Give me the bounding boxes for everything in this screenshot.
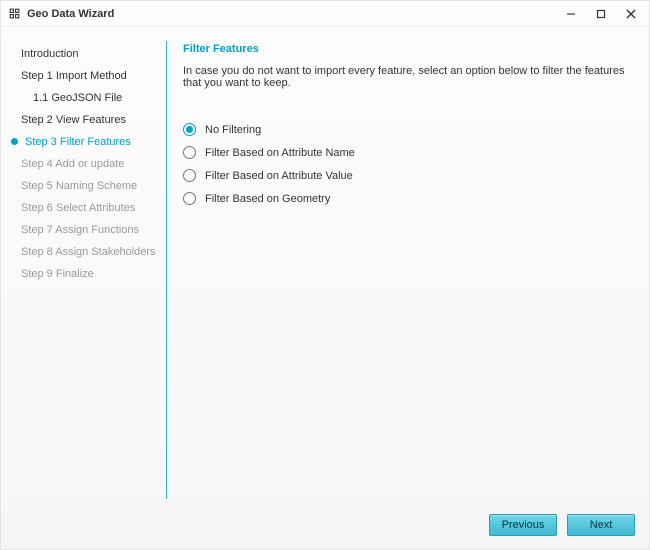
sidebar-item-label: Step 2 View Features	[21, 114, 126, 126]
section-description: In case you do not want to import every …	[183, 65, 627, 89]
radio-icon	[183, 192, 196, 205]
sidebar-item-label: Step 9 Finalize	[21, 268, 94, 280]
maximize-button[interactable]	[593, 6, 609, 22]
sidebar-item-introduction[interactable]: Introduction	[11, 43, 166, 65]
wizard-window: Geo Data Wizard Introduction Step 1 Impo…	[0, 0, 650, 550]
minimize-button[interactable]	[563, 6, 579, 22]
next-button[interactable]: Next	[567, 514, 635, 536]
sidebar-item-finalize[interactable]: Step 9 Finalize	[11, 263, 166, 285]
sidebar-item-geojson-file[interactable]: 1.1 GeoJSON File	[11, 87, 166, 109]
sidebar-item-assign-functions[interactable]: Step 7 Assign Functions	[11, 219, 166, 241]
radio-icon	[183, 123, 196, 136]
radio-icon	[183, 169, 196, 182]
section-title: Filter Features	[183, 43, 627, 55]
radio-label: Filter Based on Attribute Value	[205, 170, 353, 182]
window-title: Geo Data Wizard	[27, 8, 114, 20]
main-panel: Filter Features In case you do not want …	[167, 37, 639, 509]
sidebar-item-label: Introduction	[21, 48, 78, 60]
footer: Previous Next	[1, 509, 649, 549]
window-controls	[563, 6, 643, 22]
sidebar-item-view-features[interactable]: Step 2 View Features	[11, 109, 166, 131]
sidebar-item-label: Step 6 Select Attributes	[21, 202, 135, 214]
sidebar-item-label: Step 7 Assign Functions	[21, 224, 139, 236]
previous-button[interactable]: Previous	[489, 514, 557, 536]
sidebar-item-label: Step 1 Import Method	[21, 70, 127, 82]
sidebar-item-label: Step 5 Naming Scheme	[21, 180, 137, 192]
sidebar-item-label: Step 3 Filter Features	[25, 136, 131, 148]
sidebar-item-assign-stakeholders[interactable]: Step 8 Assign Stakeholders	[11, 241, 166, 263]
option-filter-geometry[interactable]: Filter Based on Geometry	[183, 192, 627, 205]
button-label: Next	[590, 519, 613, 531]
app-icon	[7, 7, 21, 21]
option-no-filtering[interactable]: No Filtering	[183, 123, 627, 136]
radio-label: Filter Based on Geometry	[205, 193, 330, 205]
radio-label: Filter Based on Attribute Name	[205, 147, 355, 159]
sidebar-item-select-attributes[interactable]: Step 6 Select Attributes	[11, 197, 166, 219]
titlebar: Geo Data Wizard	[1, 1, 649, 27]
sidebar-item-import-method[interactable]: Step 1 Import Method	[11, 65, 166, 87]
sidebar-item-label: Step 8 Assign Stakeholders	[21, 246, 156, 258]
wizard-body: Introduction Step 1 Import Method 1.1 Ge…	[1, 27, 649, 509]
steps-sidebar: Introduction Step 1 Import Method 1.1 Ge…	[11, 37, 166, 509]
sidebar-item-naming-scheme[interactable]: Step 5 Naming Scheme	[11, 175, 166, 197]
radio-icon	[183, 146, 196, 159]
close-button[interactable]	[623, 6, 639, 22]
option-filter-attribute-value[interactable]: Filter Based on Attribute Value	[183, 169, 627, 182]
button-label: Previous	[502, 519, 545, 531]
vertical-divider	[166, 41, 167, 499]
sidebar-item-label: 1.1 GeoJSON File	[33, 92, 122, 104]
option-filter-attribute-name[interactable]: Filter Based on Attribute Name	[183, 146, 627, 159]
radio-label: No Filtering	[205, 124, 261, 136]
sidebar-item-label: Step 4 Add or update	[21, 158, 124, 170]
sidebar-item-filter-features[interactable]: Step 3 Filter Features	[11, 131, 166, 153]
sidebar-item-add-or-update[interactable]: Step 4 Add or update	[11, 153, 166, 175]
